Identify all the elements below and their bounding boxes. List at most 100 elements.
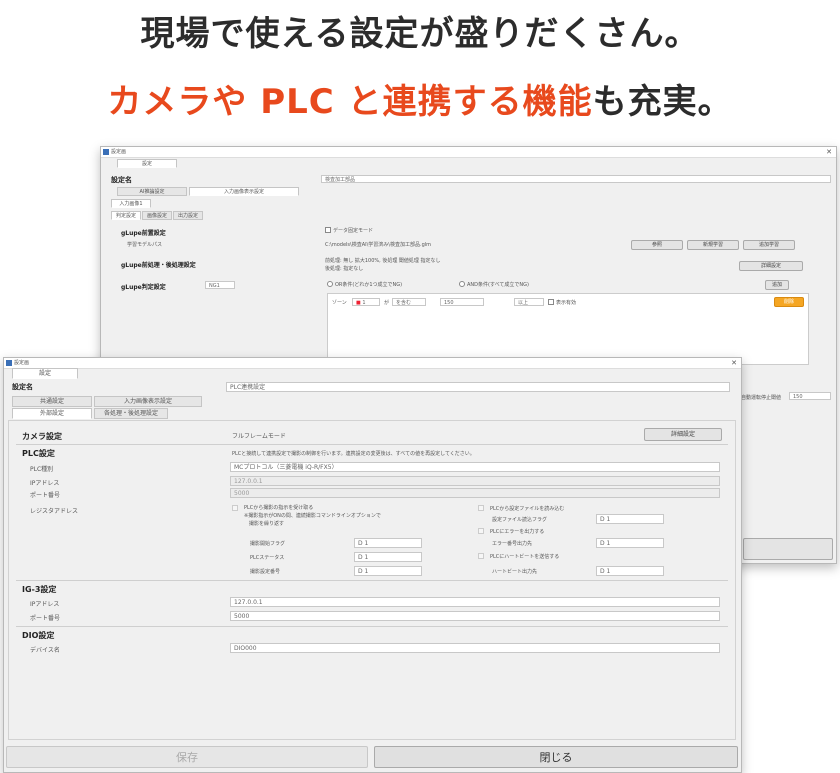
camera-mode-text: フルフレームモード [232,433,286,440]
back-judge-select[interactable]: NG1 [205,281,235,289]
front-top-tab[interactable]: 設定 [12,368,78,379]
close-icon[interactable]: ✕ [826,147,832,157]
back-judge-add-button[interactable]: 追加 [765,280,789,290]
front-tab-input[interactable]: 入力画像表示設定 [94,396,202,407]
plc-r1-label: 撮影開始フラグ [250,541,286,547]
headline-line2: カメラや PLC と連携する機能も充実。 [0,74,840,123]
plc-ip-label: IPアドレス [30,480,60,487]
back-radio-and-label: AND条件(すべて成立でNG) [467,282,529,288]
back-ref-button[interactable]: 参照 [631,240,683,250]
front-name-label: 設定名 [12,383,33,391]
back-radio-or-label: OR条件(どれか1つ成立でNG) [335,282,403,288]
plc-type-select[interactable]: MCプロトコル（三菱電機 iQ-R/FX5） [230,462,720,472]
ig3-port-input[interactable]: 5000 [230,611,720,621]
red-marker-icon: ■ [356,300,361,306]
dio-section-label: DIO設定 [22,631,55,640]
plc-description: PLCと接続して連携設定で撮影の制御を行います。連携設定の変更後は、すべての値を… [232,451,475,457]
back-post-line1: 前処理: 無し 拡大100%, 後処理 閾値処理 指定なし [325,258,441,264]
plc-error-checkbox[interactable] [478,528,484,534]
back-subtab-output[interactable]: 出力設定 [173,211,203,220]
back-model-path: C:\models\検査AI\学習済み\検査加工部品.glm [325,242,432,248]
back-cond-unit-select[interactable]: 以上 [514,298,544,306]
plc-port-input[interactable]: 5000 [230,488,720,498]
plc-rr1-input[interactable]: D 1 [596,514,664,524]
plc-shoot-label-1: PLCから撮影の指示を受け取る [244,505,314,511]
back-post-detail-button[interactable]: 詳細設定 [739,261,803,271]
back-window-title: 設定画 [111,149,127,155]
back-cond-check[interactable] [548,299,554,305]
plc-shoot-checkbox[interactable] [232,505,238,511]
divider [16,444,728,445]
plc-r1-input[interactable]: D 1 [354,538,422,548]
plc-ip-input[interactable]: 127.0.0.1 [230,476,720,486]
plc-rr2-input[interactable]: D 1 [596,538,664,548]
close-button[interactable]: 閉じる [374,746,738,768]
back-bottom-button[interactable] [743,538,833,560]
front-window-titlebar: 設定画 ✕ [4,358,741,369]
app-icon [6,360,12,366]
back-add-button[interactable]: 追加学習 [743,240,795,250]
back-radio-or[interactable] [327,281,333,287]
back-window-titlebar: 設定画 ✕ [101,147,836,158]
back-cond-zone-value: 1 [362,300,366,306]
back-name-input[interactable]: 検査加工部品 [321,175,831,183]
plc-addr-label: レジスタアドレス [30,508,79,515]
headline-dark-text: も充実。 [592,82,733,122]
back-datastrip-label: データ固定モード [333,228,374,234]
front-subtab-external[interactable]: 外部設定 [12,408,92,419]
dio-device-label: デバイス名 [30,647,60,654]
front-tab-common[interactable]: 共通設定 [12,396,92,407]
back-subtab-input1[interactable]: 入力画像1 [111,199,151,208]
front-subtab-process[interactable]: 各処理・後処理設定 [94,408,168,419]
ig3-section-label: IG-3設定 [22,585,57,594]
front-settings-window: 設定画 ✕ 設定 設定名 PLC連携設定 共通設定 入力画像表示設定 外部設定 各… [3,357,742,773]
plc-shoot-label-2: ※撮影指示がONの間、連続撮影コマンドラインオプションで [244,513,381,519]
back-cond-op-select[interactable]: を含む [392,298,426,306]
plc-section-label: PLC設定 [22,449,55,458]
front-window-title: 設定画 [14,360,30,366]
plc-heartbeat-label: PLCにハートビートを送信する [490,554,560,560]
back-gluupe-label: gLupe前置設定 [121,230,166,237]
back-subtab-image[interactable]: 画像設定 [142,211,172,220]
back-cond-label: ゾーン [332,300,347,306]
back-side-input[interactable]: 150 [789,392,831,400]
back-cond-delete-button[interactable]: 削除 [774,297,804,307]
plc-type-label: PLC種別 [30,466,54,473]
front-name-input[interactable]: PLC連携設定 [226,382,730,392]
back-condition-panel: ゾーン ■ 1 が を含む 150 以上 表示有効 削除 [327,293,809,365]
plc-heartbeat-checkbox[interactable] [478,553,484,559]
plc-rr3-input[interactable]: D 1 [596,566,664,576]
back-subtab-judge[interactable]: 判定設定 [111,211,141,220]
close-icon[interactable]: ✕ [731,358,737,368]
dio-device-input[interactable]: DIO000 [230,643,720,653]
plc-error-label: PLCにエラーを出力する [490,529,545,535]
back-top-tab[interactable]: 設定 [117,159,177,168]
plc-rr3-label: ハートビート出力先 [492,569,538,575]
back-side-label: 自動運転停止閾値 [741,395,782,401]
plc-rr1-label: 設定ファイル読込フラグ [492,517,548,523]
plc-port-label: ポート番号 [30,492,61,499]
save-button[interactable]: 保存 [6,746,368,768]
back-tab-input[interactable]: 入力画像表示設定 [189,187,299,196]
back-cond-zone-select[interactable]: ■ 1 [352,298,380,306]
plc-r2-input[interactable]: D 1 [354,552,422,562]
ig3-port-label: ポート番号 [30,615,61,622]
back-post-line2: 後処理: 指定なし [325,266,364,272]
plc-rr2-label: エラー番号出力先 [492,541,533,547]
ig3-ip-label: IPアドレス [30,601,60,608]
back-tab-ai[interactable]: AI推論設定 [117,187,187,196]
plc-readfile-checkbox[interactable] [478,505,484,511]
back-new-button[interactable]: 新規学習 [687,240,739,250]
back-datastrip-checkbox[interactable] [325,227,331,233]
back-radio-and[interactable] [459,281,465,287]
back-cond-thr-input[interactable]: 150 [440,298,484,306]
headline-red-text: カメラや PLC と連携する機能 [107,82,593,122]
camera-detail-button[interactable]: 詳細設定 [644,428,722,441]
plc-readfile-label: PLCから設定ファイルを読み込む [490,506,565,512]
app-icon [103,149,109,155]
back-model-label: 学習モデルパス [127,242,163,248]
back-judge-label: gLupe判定設定 [121,284,166,291]
ig3-ip-input[interactable]: 127.0.0.1 [230,597,720,607]
back-name-label: 設定名 [111,176,132,184]
plc-r3-input[interactable]: D 1 [354,566,422,576]
